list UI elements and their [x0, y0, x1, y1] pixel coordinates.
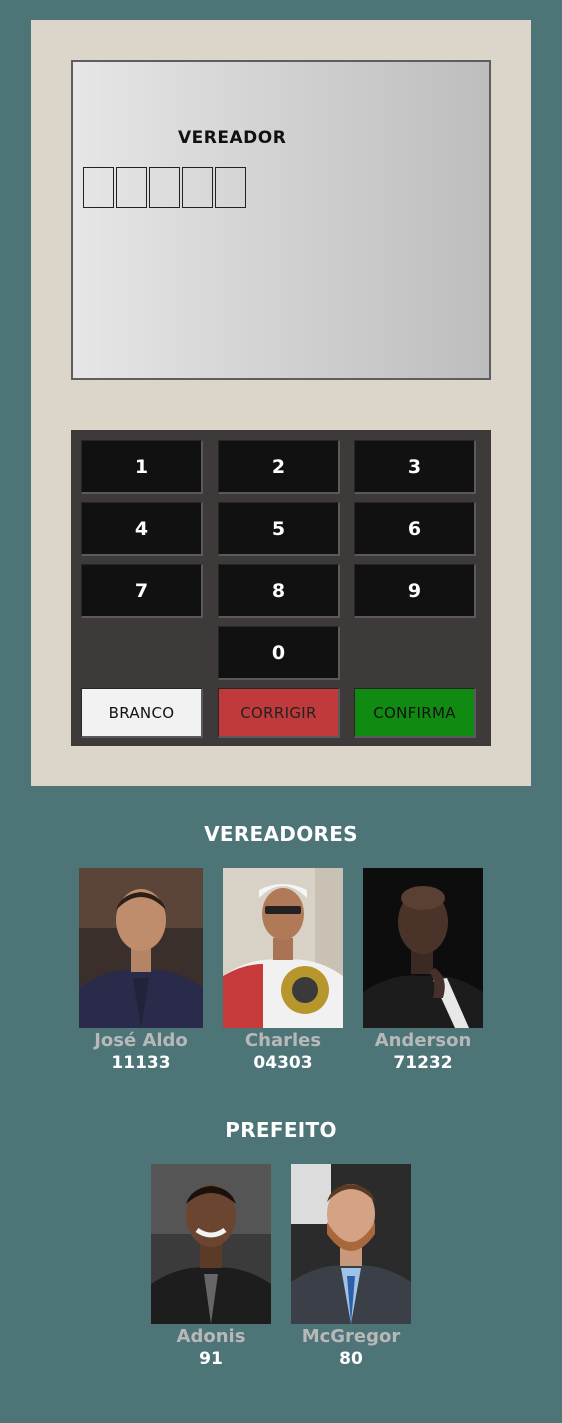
candidate-photo — [223, 868, 343, 1028]
number-boxes — [83, 167, 246, 208]
mayor-section-title: PREFEITO — [225, 1118, 337, 1142]
voting-screen: VEREADOR — [71, 60, 491, 380]
voting-machine: VEREADOR 1 2 3 4 5 6 7 8 9 0 BRANCO CORR… — [31, 20, 531, 786]
key-7[interactable]: 7 — [81, 564, 203, 618]
office-title: VEREADOR — [178, 128, 287, 148]
candidate-name: Anderson — [374, 1030, 472, 1051]
key-1[interactable]: 1 — [81, 440, 203, 494]
key-3[interactable]: 3 — [354, 440, 476, 494]
candidate-card: Anderson 71232 — [363, 868, 483, 1074]
candidate-card: Charles 04303 — [223, 868, 343, 1074]
digit-box — [116, 167, 147, 208]
candidate-photo — [79, 868, 203, 1028]
candidate-number: 71232 — [393, 1053, 453, 1073]
candidate-card: McGregor 80 — [291, 1164, 411, 1370]
blank-vote-button[interactable]: BRANCO — [81, 688, 203, 738]
key-8[interactable]: 8 — [218, 564, 340, 618]
candidate-name: José Aldo — [94, 1030, 188, 1051]
key-6[interactable]: 6 — [354, 502, 476, 556]
candidate-photo — [363, 868, 483, 1028]
councilors-section-title: VEREADORES — [204, 822, 358, 846]
candidate-photo — [291, 1164, 411, 1324]
candidate-name: McGregor — [301, 1326, 401, 1347]
key-4[interactable]: 4 — [81, 502, 203, 556]
candidate-card: Adonis 91 — [151, 1164, 271, 1370]
correct-button[interactable]: CORRIGIR — [218, 688, 340, 738]
key-0[interactable]: 0 — [218, 626, 340, 680]
digit-box — [215, 167, 246, 208]
digit-box — [182, 167, 213, 208]
key-2[interactable]: 2 — [218, 440, 340, 494]
digit-box — [149, 167, 180, 208]
candidate-number: 11133 — [111, 1053, 171, 1073]
confirm-button[interactable]: CONFIRMA — [354, 688, 476, 738]
candidate-name: Adonis — [176, 1326, 246, 1347]
candidate-name: Charles — [244, 1030, 322, 1051]
key-5[interactable]: 5 — [218, 502, 340, 556]
candidate-number: 91 — [199, 1349, 223, 1369]
digit-box — [83, 167, 114, 208]
key-9[interactable]: 9 — [354, 564, 476, 618]
candidate-number: 04303 — [253, 1053, 313, 1073]
keypad: 1 2 3 4 5 6 7 8 9 0 BRANCO CORRIGIR CONF… — [71, 430, 491, 746]
candidate-number: 80 — [339, 1349, 363, 1369]
candidate-card: José Aldo 11133 — [79, 868, 203, 1074]
candidate-photo — [151, 1164, 271, 1324]
